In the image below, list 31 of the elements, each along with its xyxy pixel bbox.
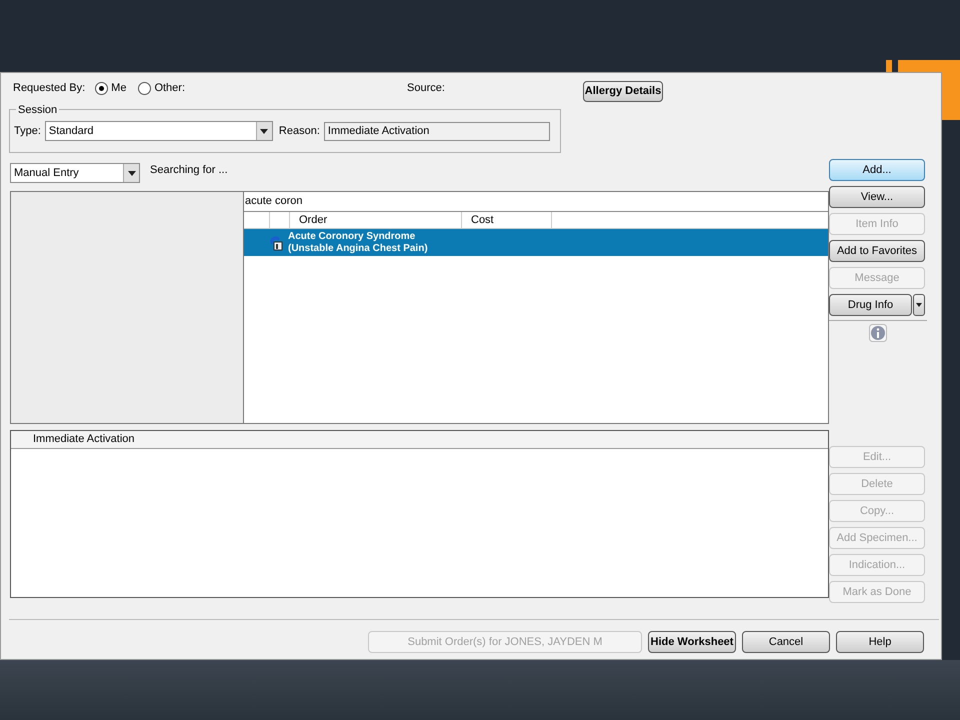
action-button[interactable]: Add... <box>829 159 925 181</box>
column-header[interactable]: Order <box>290 212 462 228</box>
action-button[interactable]: Add to Favorites <box>829 240 925 262</box>
reason-field[interactable]: Immediate Activation <box>324 122 550 140</box>
caret-icon <box>128 170 136 176</box>
searching-label: Searching for ... <box>150 162 228 178</box>
source-label: Source: <box>407 80 446 96</box>
caret-icon <box>916 303 922 307</box>
allergy-details-button[interactable]: Allergy Details <box>583 80 664 102</box>
reason-label: Reason: <box>278 124 320 139</box>
radio-option[interactable]: Me <box>95 80 126 96</box>
worksheet-header: Immediate Activation <box>11 431 828 449</box>
entry-mode-dropdown[interactable]: Manual Entry <box>10 163 140 183</box>
footer-button[interactable]: Hide Worksheet <box>648 631 736 653</box>
order-set-icon <box>268 234 284 250</box>
order-row[interactable]: Acute Coronory Syndrome (Unstable Angina Chest Pain) <box>244 229 828 256</box>
type-dropdown[interactable]: Standard <box>44 121 273 141</box>
radio-option[interactable]: Other: <box>138 80 186 96</box>
footer-button[interactable]: Cancel <box>742 631 830 653</box>
type-label: Type: <box>14 124 41 139</box>
footer-button[interactable]: Help <box>836 631 924 653</box>
action-button[interactable]: Drug Info <box>829 294 912 316</box>
action-button[interactable]: View... <box>829 186 925 208</box>
order-name: Acute Coronory Syndrome (Unstable Angina Chest Pain) <box>288 230 428 254</box>
requested-by-label: Requested By: <box>12 80 86 96</box>
caret-icon <box>260 128 268 134</box>
dropdown-arrow-button[interactable] <box>913 294 925 316</box>
radio-button[interactable] <box>138 82 152 94</box>
column-header[interactable]: Cost <box>462 212 552 228</box>
info-icon[interactable] <box>869 324 887 342</box>
radio-button[interactable] <box>95 82 108 94</box>
